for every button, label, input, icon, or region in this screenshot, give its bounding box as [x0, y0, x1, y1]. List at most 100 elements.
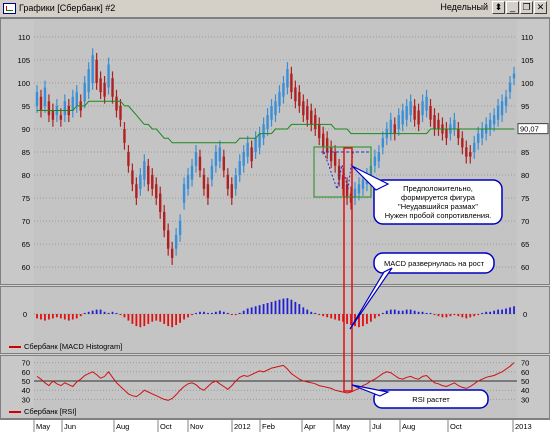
price-candle-body: [465, 147, 468, 157]
minimize-icon[interactable]: _: [506, 1, 519, 14]
price-candle-body: [469, 152, 472, 157]
macd-histogram-bar: [36, 314, 38, 319]
rsi-y-tick-right: 60: [521, 368, 529, 377]
price-candle-body: [178, 221, 182, 235]
restore-icon[interactable]: ❐: [520, 1, 533, 14]
price-candle-body: [306, 105, 309, 120]
macd-histogram-bar: [48, 314, 50, 320]
close-icon[interactable]: ✕: [534, 1, 547, 14]
price-candle-body: [218, 147, 222, 162]
macd-histogram-bar: [55, 314, 58, 318]
price-candle-body: [377, 152, 381, 162]
rsi-y-tick-left: 40: [22, 386, 30, 395]
time-axis-label: May: [336, 422, 350, 431]
macd-histogram-bar: [242, 310, 245, 314]
price-candle-body: [488, 119, 492, 129]
price-candle-body: [151, 175, 154, 189]
rsi-y-tick-left: 60: [22, 368, 30, 377]
price-y-tick-right: 110: [521, 33, 533, 42]
macd-histogram-bar: [163, 314, 166, 324]
rsi-y-tick-right: 70: [521, 359, 529, 368]
price-candle-body: [314, 115, 317, 129]
price-candle-body: [397, 115, 400, 129]
price-y-tick-right: 65: [521, 240, 529, 249]
price-candle-body: [127, 152, 130, 166]
macd-histogram-bar: [477, 314, 480, 316]
price-candle-body: [453, 119, 456, 129]
macd-histogram-bar: [493, 310, 496, 314]
macd-histogram-bar: [258, 305, 261, 314]
price-candle-body: [254, 138, 257, 152]
price-y-tick-left: 100: [17, 79, 30, 88]
time-axis-label: Jul: [372, 422, 382, 431]
price-candle-body: [318, 124, 321, 139]
macd-histogram-bar: [314, 312, 317, 314]
price-candle-body: [294, 87, 297, 102]
price-candle-body: [194, 152, 198, 166]
macd-histogram-bar: [183, 314, 185, 320]
macd-histogram-bar: [501, 309, 503, 314]
macd-histogram-bar: [91, 310, 94, 314]
price-candle-body: [123, 128, 126, 143]
price-candle-body: [266, 115, 269, 129]
price-y-tick-left: 105: [17, 56, 30, 65]
price-candle-body: [357, 184, 361, 194]
macd-legend-swatch: [9, 345, 21, 348]
macd-histogram-bar: [195, 312, 197, 314]
macd-histogram-bar: [254, 306, 257, 314]
macd-histogram-bar: [107, 312, 110, 314]
macd-histogram-bar: [457, 314, 460, 317]
macd-histogram-bar: [485, 311, 488, 314]
macd-histogram-bar: [326, 314, 329, 318]
price-candle-body: [381, 138, 385, 148]
period-label[interactable]: Недельный: [418, 1, 488, 14]
macd-histogram-bar: [461, 314, 464, 318]
macd-histogram-bar: [429, 312, 432, 314]
price-candle-body: [91, 55, 94, 83]
macd-histogram-bar: [143, 314, 146, 327]
macd-histogram-bar: [409, 309, 412, 314]
macd-histogram-bar: [445, 314, 448, 318]
macd-histogram-bar: [151, 314, 154, 322]
macd-histogram-bar: [421, 311, 424, 314]
macd-histogram-bar: [75, 314, 78, 319]
price-candle-body: [47, 101, 51, 116]
period-dropdown-icon[interactable]: ⬍: [492, 1, 505, 14]
macd-histogram-bar: [509, 307, 511, 314]
macd-histogram-bar: [469, 314, 472, 318]
rsi-chart-panel[interactable]: 70 60 50 40 30 70 60 50 40 30 Сбербанк [RSI]: [0, 355, 550, 419]
macd-legend-label: Сбербанк [MACD Histogram]: [24, 342, 123, 351]
time-axis-label: 2013: [515, 422, 532, 431]
price-y-tick-right: 80: [521, 171, 529, 180]
macd-histogram-bar: [405, 309, 408, 314]
price-candle-body: [71, 96, 74, 111]
price-candle-body: [329, 147, 333, 162]
price-candle-body: [139, 175, 142, 189]
macd-histogram-bar: [425, 312, 428, 314]
rsi-y-tick-left: 30: [22, 395, 30, 404]
window-title: Графики [Сбербанк] #2: [19, 3, 116, 13]
price-candle-body: [202, 175, 206, 189]
price-candle-body: [170, 248, 174, 258]
macd-histogram-bar: [389, 309, 392, 314]
macd-y-tick-right: 0: [523, 310, 527, 319]
price-y-tick-left: 80: [22, 171, 30, 180]
price-chart-panel[interactable]: 1101051009590858075706560110105100959085…: [0, 18, 550, 285]
macd-histogram-bar: [222, 311, 225, 314]
macd-histogram-bar: [377, 314, 380, 317]
macd-histogram-bar: [358, 314, 360, 328]
macd-histogram-bar: [40, 314, 42, 320]
macd-chart-panel[interactable]: 0 0 Сбербанк [MACD Histogram]: [0, 286, 550, 354]
price-y-tick-left: 60: [22, 263, 30, 272]
macd-legend: Сбербанк [MACD Histogram]: [9, 342, 122, 351]
price-candle-body: [413, 105, 416, 120]
macd-histogram-bar: [385, 310, 388, 314]
macd-histogram-bar: [159, 314, 162, 322]
time-axis: May Jun Aug Oct Nov 2012 Feb Apr May Jul Aug Oct 201…: [0, 419, 550, 432]
price-candle-body: [242, 152, 245, 166]
macd-histogram-bar: [278, 299, 281, 314]
price-candle-body: [190, 165, 194, 180]
time-axis-label: Jun: [64, 422, 76, 431]
macd-histogram-bar: [481, 312, 484, 314]
macd-histogram-bar: [370, 314, 372, 322]
